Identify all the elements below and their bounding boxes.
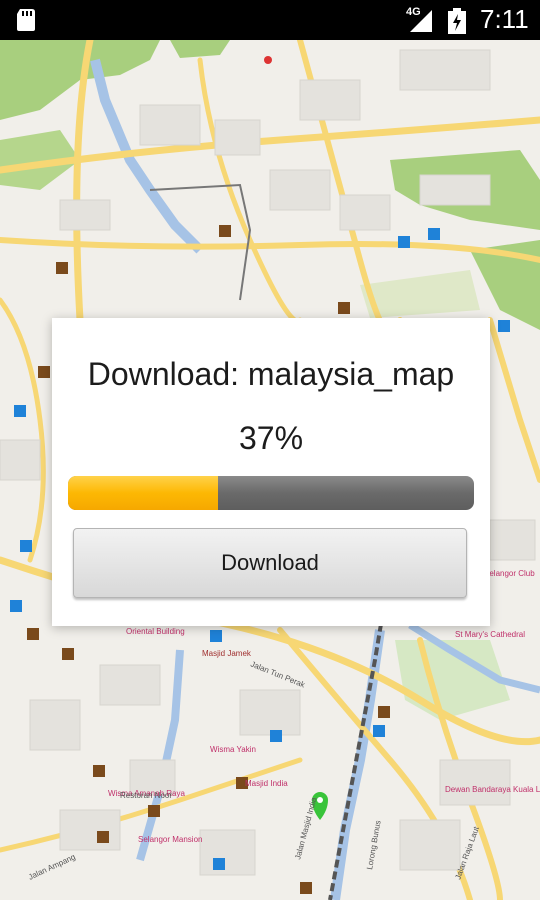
map-label: St Mary's Cathedral xyxy=(455,630,525,639)
map-label: Selangor Club xyxy=(484,569,535,578)
map-label: Dewan Bandaraya Kuala Lumpur xyxy=(445,785,540,794)
signal-icon xyxy=(410,10,432,32)
map-label: Masjid Jamek xyxy=(202,649,252,658)
download-button[interactable]: Download xyxy=(73,528,467,598)
map-label: Wisma Yakin xyxy=(210,745,256,754)
battery-charging-icon xyxy=(448,8,466,34)
map-label: Oriental Building xyxy=(126,627,185,636)
dialog-title: Download: malaysia_map xyxy=(87,356,455,392)
map-label: Restoran Noor xyxy=(120,791,172,800)
map-label: Masjid India xyxy=(245,779,288,788)
clock: 7:11 xyxy=(480,4,529,34)
download-dialog: Download: malaysia_map 37% Download xyxy=(52,318,490,626)
progress-percent: 37% xyxy=(238,420,304,456)
status-bar: 4G 7:11 xyxy=(0,0,540,40)
progress-fill xyxy=(68,476,219,510)
download-progress-bar xyxy=(68,476,474,510)
map-label: Selangor Mansion xyxy=(138,835,202,844)
sd-card-icon xyxy=(17,9,35,31)
